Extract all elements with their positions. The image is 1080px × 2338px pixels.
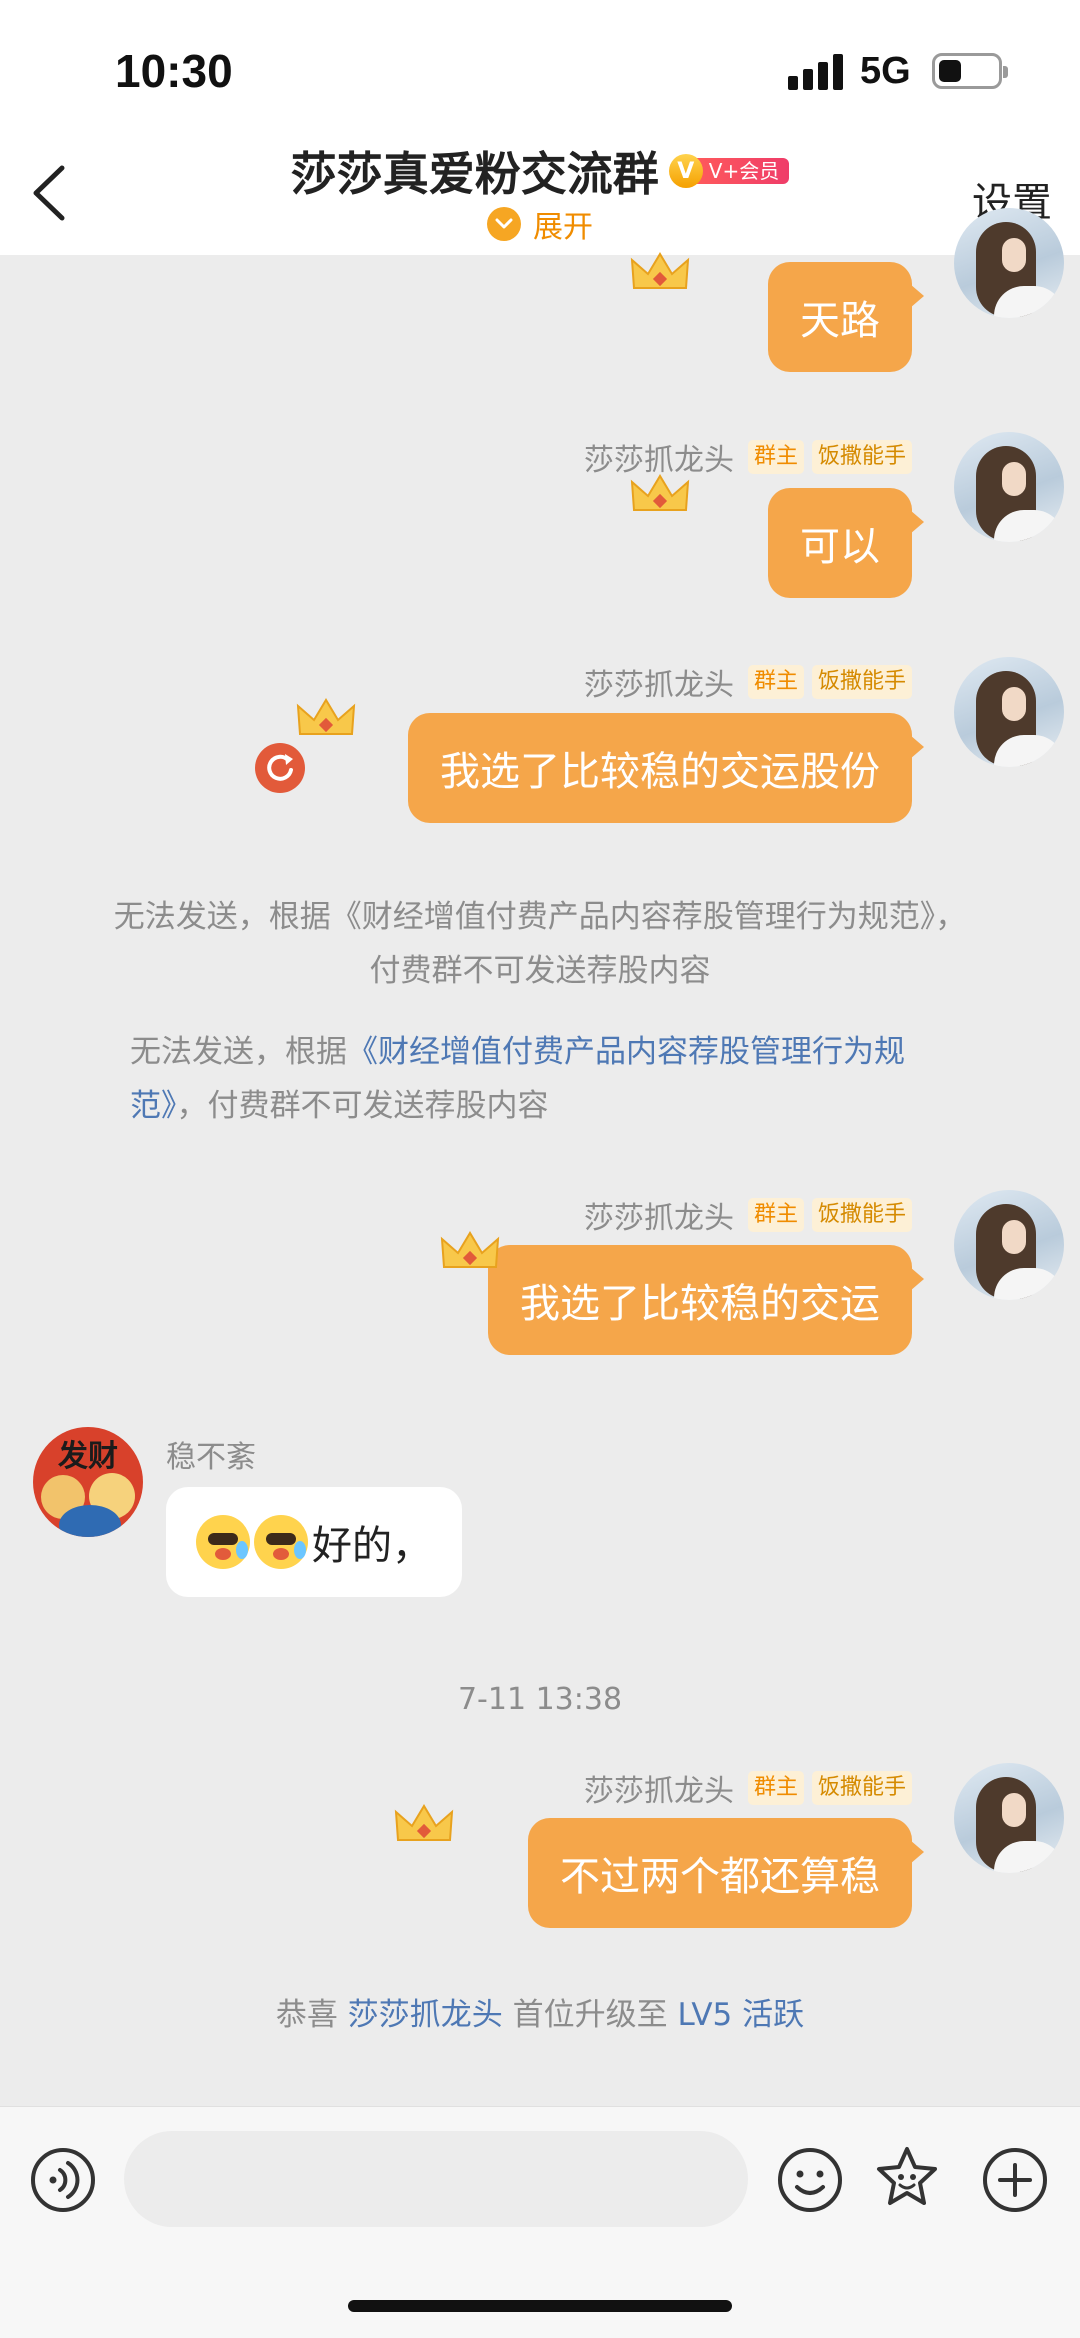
avatar[interactable] <box>954 657 1064 767</box>
resend-icon[interactable] <box>255 743 305 793</box>
network-label: 5G <box>860 50 911 92</box>
avatar[interactable] <box>954 1190 1064 1300</box>
sticker-button[interactable] <box>872 2143 942 2213</box>
voice-button[interactable] <box>28 2145 98 2215</box>
battery-level <box>939 60 961 82</box>
message-bubble[interactable]: 可以 <box>768 488 924 598</box>
message-meta: 莎莎抓龙头 群主 饭撒能手 <box>583 1195 912 1236</box>
message-input[interactable] <box>124 2131 748 2227</box>
battery-icon <box>932 53 1008 89</box>
status-bar: 10:30 5G <box>0 0 1080 130</box>
avatar-text: 发财 <box>58 1439 118 1474</box>
level-badge: 饭撒能手 <box>811 665 912 699</box>
home-indicator <box>348 2300 732 2312</box>
crown-icon <box>630 252 690 289</box>
message-meta: 莎莎抓龙头 群主 饭撒能手 <box>583 1768 912 1809</box>
notice-text: 恭喜 <box>275 1997 348 2033</box>
owner-badge: 群主 <box>747 440 804 474</box>
upgrade-notice: 恭喜 莎莎抓龙头 首位升级至 LV5 活跃 <box>0 1988 1080 2042</box>
emoji-icon <box>778 2148 842 2212</box>
chevron-down-icon <box>487 207 521 241</box>
notice-text: 无法发送，根据 <box>130 1034 347 1070</box>
voice-icon <box>31 2148 95 2212</box>
vip-label: V+会员 <box>690 158 790 184</box>
crown-icon <box>394 1804 454 1841</box>
message-text: 好的， <box>312 1523 432 1569</box>
signal-icon <box>788 54 846 90</box>
avatar[interactable] <box>954 1763 1064 1873</box>
message-bubble[interactable]: 天路 <box>768 262 924 372</box>
emoji-button[interactable] <box>775 2145 845 2215</box>
vip-badge: V V+会员 <box>668 154 790 188</box>
level-badge: 饭撒能手 <box>811 1771 912 1805</box>
system-notice: 无法发送，根据《财经增值付费产品内容荐股管理行为规范》，付费群不可发送荐股内容 <box>113 899 967 989</box>
notice-text: 首位升级至 <box>502 1997 678 2033</box>
group-title[interactable]: 莎莎真爱粉交流群 V V+会员 <box>0 138 1080 204</box>
expand-button[interactable]: 展开 <box>0 202 1080 246</box>
group-title-text: 莎莎真爱粉交流群 <box>290 147 659 201</box>
user-link[interactable]: 莎莎抓龙头 <box>348 1997 503 2033</box>
level-badge: 饭撒能手 <box>811 1198 912 1232</box>
crown-icon <box>440 1231 500 1268</box>
sender-name: 稳不紊 <box>166 1440 256 1475</box>
owner-badge: 群主 <box>747 1771 804 1805</box>
notice-text: ，付费群不可发送荐股内容 <box>176 1088 549 1124</box>
owner-badge: 群主 <box>747 665 804 699</box>
sender-name: 莎莎抓龙头 <box>583 1201 734 1236</box>
clock: 10:30 <box>115 45 233 97</box>
chat-header: 莎莎真爱粉交流群 V V+会员 展开 设置 <box>0 130 1080 255</box>
expand-label: 展开 <box>533 210 593 245</box>
crying-emoji-icon <box>254 1515 308 1569</box>
timestamp: 7-11 13:38 <box>457 1682 623 1717</box>
owner-badge: 群主 <box>747 1198 804 1232</box>
avatar[interactable]: 发财 <box>33 1427 143 1537</box>
more-button[interactable] <box>980 2145 1050 2215</box>
message-bubble[interactable]: 不过两个都还算稳 <box>528 1818 924 1928</box>
message-bubble[interactable]: 我选了比较稳的交运 <box>488 1245 924 1355</box>
level-badge: 饭撒能手 <box>811 440 912 474</box>
message-bubble[interactable]: 好的， <box>166 1487 462 1597</box>
system-notice: 无法发送，根据《财经增值付费产品内容荐股管理行为规范》，付费群不可发送荐股内容 <box>130 1025 970 1133</box>
message-meta: 莎莎抓龙头 群主 饭撒能手 <box>583 662 912 703</box>
vip-icon: V <box>668 154 703 188</box>
crown-icon <box>630 474 690 511</box>
crown-icon <box>296 698 356 735</box>
sticker-icon <box>877 2147 937 2205</box>
sender-name: 莎莎抓龙头 <box>583 668 734 703</box>
avatar[interactable] <box>954 432 1064 542</box>
level-link[interactable]: LV5 活跃 <box>677 1997 804 2033</box>
plus-icon <box>983 2148 1047 2212</box>
sender-name: 莎莎抓龙头 <box>583 1774 734 1809</box>
avatar[interactable] <box>954 208 1064 318</box>
message-bubble[interactable]: 我选了比较稳的交运股份 <box>408 713 924 823</box>
crying-emoji-icon <box>196 1515 250 1569</box>
